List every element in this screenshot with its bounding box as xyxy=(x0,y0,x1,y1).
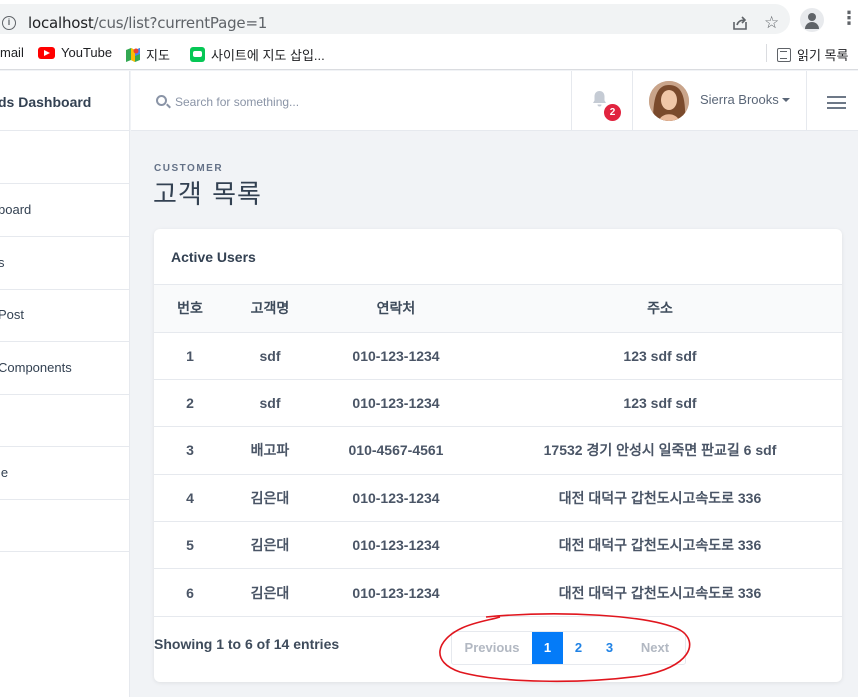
sidebar-item-7[interactable] xyxy=(0,499,130,552)
brand[interactable]: ds Dashboard xyxy=(0,71,130,131)
top-header: 2 Sierra Brooks xyxy=(131,71,858,131)
reading-list-label: 읽기 목록 xyxy=(797,48,849,63)
chevron-down-icon[interactable] xyxy=(782,98,790,102)
cell-address: 대전 대덕구 갑천도시고속도로 336 xyxy=(478,521,842,570)
reading-list[interactable]: 읽기 목록 xyxy=(777,45,848,64)
sidebar-item-label: le xyxy=(0,465,9,480)
sidebar-item-dashboard[interactable]: board xyxy=(0,184,130,237)
browser-profile-icon[interactable] xyxy=(800,8,824,32)
table-row[interactable]: 1 sdf 010-123-1234 123 sdf sdf xyxy=(154,332,842,380)
header-divider xyxy=(632,71,633,131)
pagination-page-2[interactable]: 2 xyxy=(563,632,594,664)
table-header-row: 번호 고객명 연락처 주소 xyxy=(154,285,842,333)
cell-name: sdf xyxy=(226,379,314,428)
table-row[interactable]: 6 김은대 010-123-1234 대전 대덕구 갑천도시고속도로 336 xyxy=(154,568,842,617)
sidebar-item-table[interactable]: le xyxy=(0,447,130,500)
card-title: Active Users xyxy=(171,249,256,265)
column-header-number[interactable]: 번호 xyxy=(154,285,226,333)
bookmarks-divider xyxy=(766,44,767,62)
cell-name: 배고파 xyxy=(226,426,314,475)
sidebar-item-post[interactable]: Post xyxy=(0,289,130,342)
avatar[interactable] xyxy=(649,81,689,121)
cell-address: 123 sdf sdf xyxy=(478,379,842,428)
bookmark-map-embed[interactable]: 사이트에 지도 삽입... xyxy=(190,45,325,64)
cell-name: 김은대 xyxy=(226,474,314,523)
entries-info: Showing 1 to 6 of 14 entries xyxy=(154,636,340,652)
cell-name: 김은대 xyxy=(226,521,314,570)
sidebar-item-label: board xyxy=(0,202,32,217)
cell-number: 2 xyxy=(154,379,226,428)
cell-number: 1 xyxy=(154,332,226,380)
avatar-image xyxy=(649,81,689,121)
sidebar-item-components[interactable]: Components xyxy=(0,342,130,395)
site-info-icon[interactable]: i xyxy=(2,16,16,30)
bookmark-star-icon[interactable]: ☆ xyxy=(764,13,779,33)
sidebar-item-0[interactable] xyxy=(0,131,130,184)
cell-name: 김은대 xyxy=(226,568,314,617)
page-title: 고객 목록 xyxy=(153,180,262,210)
page-crumb: CUSTOMER xyxy=(154,163,224,174)
cell-phone: 010-4567-4561 xyxy=(314,426,478,475)
pagination-page-3[interactable]: 3 xyxy=(594,632,625,664)
sidebar-item-label: Post xyxy=(0,307,25,322)
brand-title: ds Dashboard xyxy=(0,94,92,110)
table-row[interactable]: 3 배고파 010-4567-4561 17532 경기 안성시 일죽면 판교길… xyxy=(154,426,842,475)
google-maps-icon xyxy=(126,47,140,62)
pagination-next[interactable]: Next xyxy=(625,632,685,664)
table-row[interactable]: 5 김은대 010-123-1234 대전 대덕구 갑천도시고속도로 336 xyxy=(154,521,842,570)
table-row[interactable]: 4 김은대 010-123-1234 대전 대덕구 갑천도시고속도로 336 xyxy=(154,474,842,523)
header-divider xyxy=(806,71,807,131)
bookmark-maps[interactable]: 지도 xyxy=(126,45,170,64)
cell-phone: 010-123-1234 xyxy=(314,332,478,380)
column-header-address[interactable]: 주소 xyxy=(478,285,842,333)
sidebar-item-label: s xyxy=(0,255,5,270)
column-header-phone[interactable]: 연락처 xyxy=(314,285,478,333)
user-name[interactable]: Sierra Brooks xyxy=(700,92,779,107)
customer-table: 번호 고객명 연락처 주소 1 sdf 010-123-1234 123 sdf… xyxy=(154,285,842,617)
sidebar-item-users[interactable]: s xyxy=(0,237,130,290)
cell-address: 17532 경기 안성시 일죽면 판교길 6 sdf xyxy=(478,426,842,475)
naver-icon xyxy=(190,47,205,62)
url-text[interactable]: localhost/cus/list?currentPage=1 xyxy=(28,14,267,32)
bookmark-label: YouTube xyxy=(61,45,113,60)
cell-number: 3 xyxy=(154,426,226,475)
cell-address: 대전 대덕구 갑천도시고속도로 336 xyxy=(478,568,842,617)
cell-phone: 010-123-1234 xyxy=(314,568,478,617)
bookmark-label: 지도 xyxy=(146,48,170,63)
browser-address-bar: i localhost/cus/list?currentPage=1 ☆ ⋮ xyxy=(0,0,858,38)
bookmark-label: mail xyxy=(0,45,24,60)
bookmarks-bar: mail YouTube 지도 사이트에 지도 삽입... 읽기 목록 xyxy=(0,38,858,70)
table-row[interactable]: 2 sdf 010-123-1234 123 sdf sdf xyxy=(154,379,842,428)
pagination: Previous 1 2 3 Next xyxy=(451,631,686,665)
active-users-card: Active Users 번호 고객명 연락처 주소 1 sdf 010-123… xyxy=(154,229,842,682)
cell-address: 대전 대덕구 갑천도시고속도로 336 xyxy=(478,474,842,523)
bookmark-youtube[interactable]: YouTube xyxy=(38,45,112,60)
cell-phone: 010-123-1234 xyxy=(314,379,478,428)
sidebar-item-label: Components xyxy=(0,360,72,375)
cell-name: sdf xyxy=(226,332,314,380)
cell-number: 4 xyxy=(154,474,226,523)
cell-address: 123 sdf sdf xyxy=(478,332,842,380)
url-field[interactable]: i localhost/cus/list?currentPage=1 ☆ xyxy=(0,4,790,34)
search-icon xyxy=(156,95,167,106)
bookmark-mail[interactable]: mail xyxy=(0,45,24,60)
sidebar: ds Dashboard board s Post Components le xyxy=(0,71,130,697)
bookmark-label: 사이트에 지도 삽입... xyxy=(211,48,325,63)
hamburger-menu-icon[interactable] xyxy=(827,96,846,109)
cell-phone: 010-123-1234 xyxy=(314,474,478,523)
cell-phone: 010-123-1234 xyxy=(314,521,478,570)
browser-menu-icon[interactable]: ⋮ xyxy=(840,9,858,27)
sidebar-item-5[interactable] xyxy=(0,394,130,447)
header-divider xyxy=(571,71,572,131)
youtube-icon xyxy=(38,46,55,59)
pagination-previous[interactable]: Previous xyxy=(452,632,532,664)
notification-badge: 2 xyxy=(602,102,623,123)
reading-list-icon xyxy=(777,47,791,62)
share-icon[interactable] xyxy=(732,15,748,31)
cell-number: 6 xyxy=(154,568,226,617)
search-input[interactable] xyxy=(175,91,475,113)
pagination-page-1[interactable]: 1 xyxy=(532,632,563,664)
column-header-name[interactable]: 고객명 xyxy=(226,285,314,333)
cell-number: 5 xyxy=(154,521,226,570)
